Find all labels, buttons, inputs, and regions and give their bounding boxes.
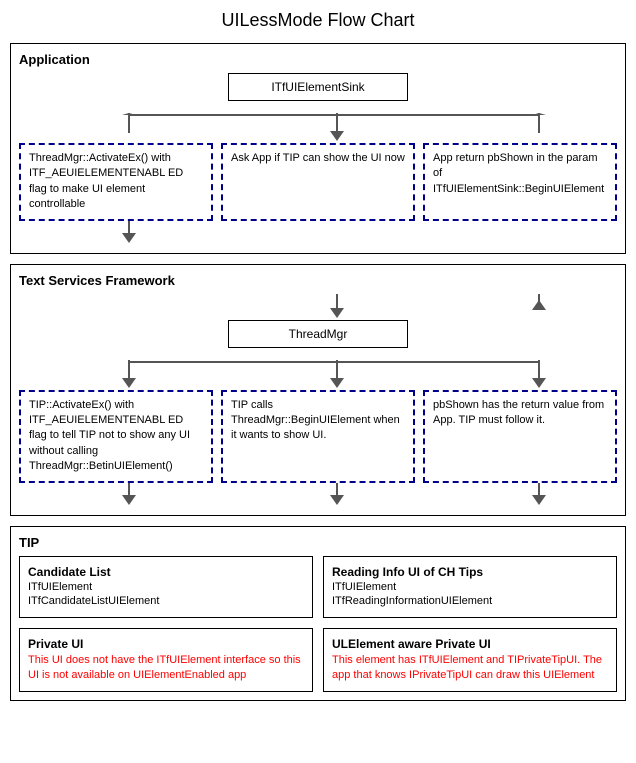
private-ui-title: Private UI (28, 637, 304, 651)
app-dashed-boxes: ThreadMgr::ActivateEx() with ITF_AEUIELE… (19, 143, 617, 221)
candidate-list-box: Candidate List ITfUIElement ITfCandidate… (19, 556, 313, 618)
itf-ui-element-sink-box: ITfUIElementSink (228, 73, 408, 101)
ul-element-red-text: This element has ITfUIElement and TIPriv… (332, 653, 608, 684)
app-dashed-box-3: App return pbShown in the param of ITfUI… (423, 143, 617, 221)
reading-info-box: Reading Info UI of CH Tips ITfUIElement … (323, 556, 617, 618)
application-section: Application ITfUIElementSink ThreadMgr::… (10, 43, 626, 254)
tsf-label: Text Services Framework (19, 273, 617, 288)
tsf-top-arrows (19, 294, 617, 320)
app-dashed-box-1: ThreadMgr::ActivateEx() with ITF_AEUIELE… (19, 143, 213, 221)
private-ui-red-text: This UI does not have the ITfUIElement i… (28, 653, 304, 684)
app-bottom-arrows-svg (19, 221, 617, 245)
candidate-list-sub2: ITfCandidateListUIElement (28, 595, 304, 607)
candidate-list-title: Candidate List (28, 565, 304, 579)
application-label: Application (19, 52, 617, 67)
tip-label: TIP (19, 535, 617, 550)
tip-grid: Candidate List ITfUIElement ITfCandidate… (19, 556, 617, 693)
ul-element-box: ULElement aware Private UI This element … (323, 628, 617, 693)
threadmgr-box: ThreadMgr (228, 320, 408, 348)
tsf-dashed-boxes: TIP::ActivateEx() with ITF_AEUIELEMENTEN… (19, 390, 617, 483)
reading-info-sub1: ITfUIElement (332, 581, 608, 593)
tip-section: TIP Candidate List ITfUIElement ITfCandi… (10, 526, 626, 702)
app-arrows-svg (19, 113, 617, 143)
tsf-dashed-box-2: TIP calls ThreadMgr::BeginUIElement when… (221, 390, 415, 483)
tsf-dashed-box-1: TIP::ActivateEx() with ITF_AEUIELEMENTEN… (19, 390, 213, 483)
reading-info-sub2: ITfReadingInformationUIElement (332, 595, 608, 607)
tsf-dashed-box-3: pbShown has the return value from App. T… (423, 390, 617, 483)
page-title: UILessMode Flow Chart (10, 10, 626, 31)
app-dashed-box-2: Ask App if TIP can show the UI now (221, 143, 415, 221)
private-ui-box: Private UI This UI does not have the ITf… (19, 628, 313, 693)
candidate-list-sub1: ITfUIElement (28, 581, 304, 593)
ul-element-title: ULElement aware Private UI (332, 637, 608, 651)
tsf-section: Text Services Framework ThreadMgr TIP::A… (10, 264, 626, 516)
tsf-bottom-arrows (19, 483, 617, 507)
tsf-mid-arrows (19, 360, 617, 390)
reading-info-title: Reading Info UI of CH Tips (332, 565, 608, 579)
